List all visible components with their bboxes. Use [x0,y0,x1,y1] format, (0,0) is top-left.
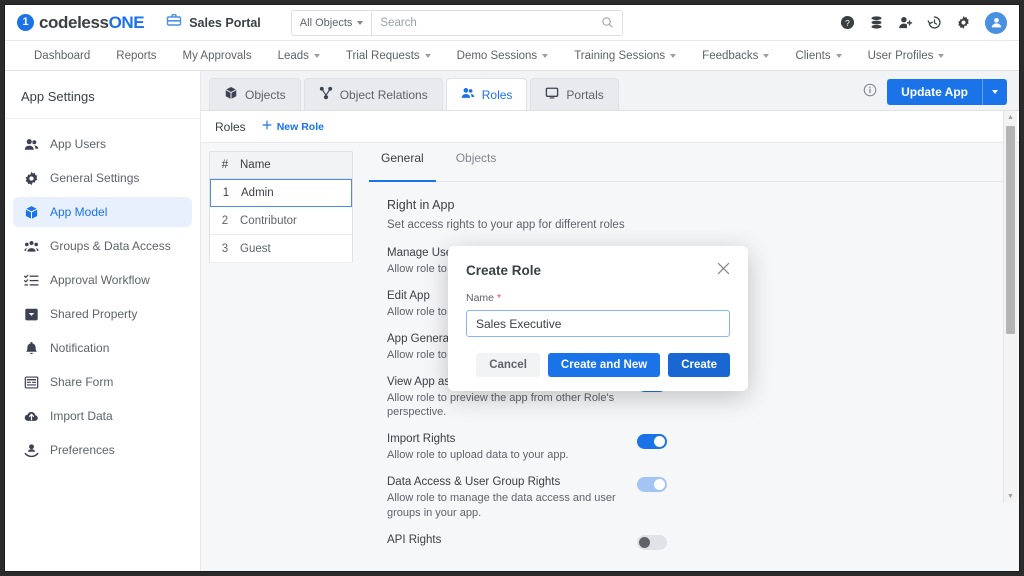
inbox-icon [23,307,39,322]
cube-icon [23,205,39,220]
nav-item-dashboard[interactable]: Dashboard [21,50,103,62]
nav-label: User Profiles [868,50,934,62]
help-icon[interactable]: ? [840,15,855,30]
create-and-new-button[interactable]: Create and New [548,353,660,377]
add-user-icon[interactable] [898,15,913,30]
sidebar: App Settings App Users General Settings … [5,71,201,572]
chevron-down-icon [314,54,320,58]
sidebar-item-approval-workflow[interactable]: Approval Workflow [13,265,192,295]
search-icon[interactable] [593,16,622,29]
sidebar-item-general-settings[interactable]: General Settings [13,163,192,193]
nav-label: Training Sessions [574,50,665,62]
nav-item-feedbacks[interactable]: Feedbacks [689,50,782,62]
sidebar-item-label: Approval Workflow [50,273,150,287]
history-icon[interactable] [927,15,942,30]
briefcase-icon [166,12,182,33]
chevron-down-icon [542,54,548,58]
form-icon [23,375,39,390]
dialog-actions: Cancel Create and New Create [466,353,730,377]
nav-label: My Approvals [183,50,252,62]
top-header: 1 codelessONE Sales Portal All Objects ? [5,5,1019,41]
chevron-down-icon [670,54,676,58]
cloud-upload-icon [23,409,39,424]
sidebar-item-label: Groups & Data Access [50,239,171,253]
page-body: App Settings App Users General Settings … [5,71,1019,572]
users-icon [23,137,39,152]
dialog-header: Create Role [466,262,730,278]
cancel-button[interactable]: Cancel [476,353,540,377]
nav-label: Clients [795,50,830,62]
logo-mark-icon: 1 [17,14,34,31]
database-icon[interactable] [869,15,884,30]
field-label-text: Name [466,292,494,304]
portal-switcher[interactable]: Sales Portal [166,12,261,33]
sidebar-item-label: General Settings [50,171,139,185]
nav-item-leads[interactable]: Leads [265,50,333,62]
chevron-down-icon [836,54,842,58]
sidebar-item-preferences[interactable]: Preferences [13,435,192,465]
app-logo[interactable]: 1 codelessONE [17,13,144,33]
search-scope-label: All Objects [300,17,353,29]
sidebar-title: App Settings [5,71,200,119]
sidebar-item-label: Share Form [50,375,113,389]
sidebar-list: App Users General Settings App Model Gro… [5,119,200,465]
avatar[interactable] [985,12,1007,34]
close-icon[interactable] [717,262,730,278]
sidebar-item-groups-data-access[interactable]: Groups & Data Access [13,231,192,261]
main-panel: Objects Object Relations Roles Portals [201,71,1019,572]
name-field-label: Name * [466,292,730,304]
modal-overlay: Create Role Name * Cancel Create and New… [201,71,1019,572]
hand-user-icon [23,443,39,458]
chevron-down-icon [763,54,769,58]
header-icon-group: ? [840,12,1007,34]
sidebar-item-label: Preferences [50,443,115,457]
nav-label: Demo Sessions [457,50,538,62]
logo-text: codelessONE [39,13,144,33]
nav-item-clients[interactable]: Clients [782,50,854,62]
gear-icon[interactable] [956,15,971,30]
sidebar-item-shared-property[interactable]: Shared Property [13,299,192,329]
sidebar-item-notification[interactable]: Notification [13,333,192,363]
create-button[interactable]: Create [668,353,730,377]
portal-name: Sales Portal [189,16,261,30]
search-input[interactable] [372,17,592,29]
search-scope-select[interactable]: All Objects [292,11,373,35]
create-role-dialog: Create Role Name * Cancel Create and New… [448,246,748,391]
main-navigation: Dashboard Reports My Approvals Leads Tri… [5,41,1019,71]
nav-label: Reports [116,50,156,62]
search-bar: All Objects [291,10,623,36]
nav-item-trial-requests[interactable]: Trial Requests [333,50,444,62]
sidebar-item-label: Notification [50,341,109,355]
nav-item-reports[interactable]: Reports [103,50,169,62]
required-marker: * [497,292,501,304]
chevron-down-icon [357,21,363,25]
sidebar-item-label: Shared Property [50,307,137,321]
nav-label: Leads [278,50,309,62]
nav-item-demo-sessions[interactable]: Demo Sessions [444,50,562,62]
sidebar-item-import-data[interactable]: Import Data [13,401,192,431]
nav-item-user-profiles[interactable]: User Profiles [855,50,958,62]
dialog-title: Create Role [466,263,541,278]
nav-label: Dashboard [34,50,90,62]
gear-icon [23,171,39,186]
nav-label: Trial Requests [346,50,420,62]
list-check-icon [23,273,39,288]
chevron-down-icon [425,54,431,58]
sidebar-item-label: App Users [50,137,106,151]
nav-item-my-approvals[interactable]: My Approvals [170,50,265,62]
role-name-input[interactable] [466,310,730,337]
bell-icon [23,341,39,356]
svg-text:?: ? [845,18,850,28]
sidebar-item-app-users[interactable]: App Users [13,129,192,159]
sidebar-item-label: App Model [50,205,107,219]
nav-item-training-sessions[interactable]: Training Sessions [561,50,689,62]
chevron-down-icon [938,54,944,58]
nav-label: Feedbacks [702,50,758,62]
group-icon [23,239,39,254]
sidebar-item-app-model[interactable]: App Model [13,197,192,227]
sidebar-item-label: Import Data [50,409,113,423]
sidebar-item-share-form[interactable]: Share Form [13,367,192,397]
app-window: 1 codelessONE Sales Portal All Objects ? [4,4,1020,572]
